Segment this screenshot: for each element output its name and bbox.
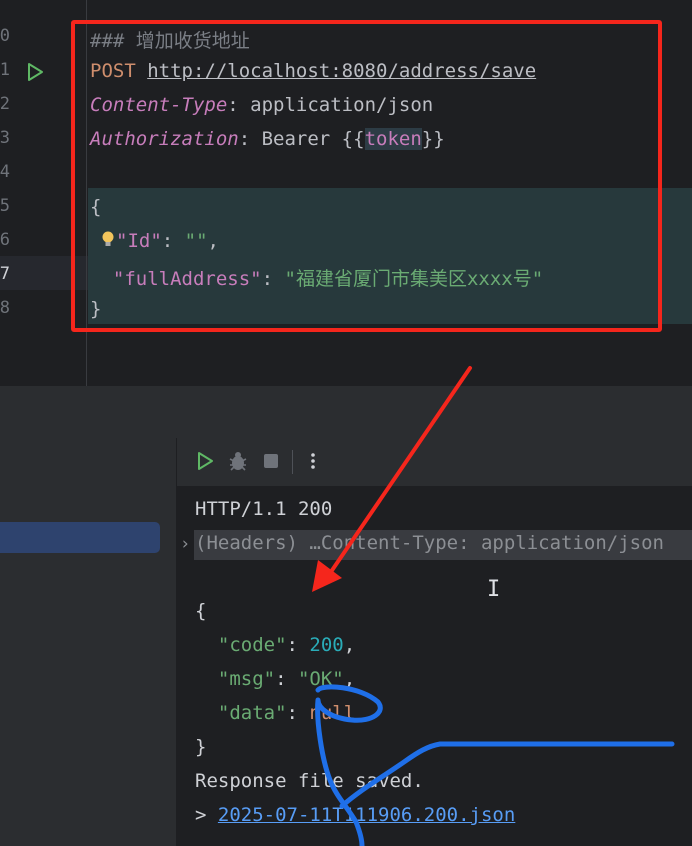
run-request-icon[interactable] [24, 61, 46, 83]
response-field: "data": null [217, 702, 356, 724]
line-number: 16 [0, 230, 10, 250]
red-annotation-box [71, 20, 662, 332]
line-number: 18 [0, 298, 10, 318]
status-line: HTTP/1.1 200 [195, 498, 333, 520]
more-options-icon[interactable] [306, 450, 320, 472]
tool-window-header [0, 386, 692, 438]
stop-icon[interactable] [262, 450, 280, 472]
response-file-link[interactable]: 2025-07-11T111906.200.json [218, 804, 515, 826]
line-number: 13 [0, 128, 10, 148]
debug-icon[interactable] [227, 450, 249, 472]
response-toolbar [177, 438, 692, 486]
line-number: 14 [0, 162, 10, 182]
line-number: 15 [0, 196, 10, 216]
response-field: "code": 200, [217, 634, 356, 656]
response-open-brace: { [195, 600, 207, 622]
chevron-right-icon[interactable]: › [180, 534, 190, 554]
services-tree-panel[interactable] [0, 438, 176, 846]
line-number: 11 [0, 60, 10, 80]
toolbar-divider [292, 450, 293, 474]
headers-fold-text: (Headers) …Content-Type: application/jso… [195, 532, 664, 554]
line-number-current: 17 [0, 264, 10, 284]
line-number: 10 [0, 26, 10, 46]
response-saved-text: Response file saved. [195, 770, 424, 792]
line-number: 12 [0, 94, 10, 114]
response-field: "msg": "OK", [217, 668, 356, 690]
response-file-line: > 2025-07-11T111906.200.json [195, 804, 516, 826]
run-icon[interactable] [195, 450, 215, 472]
response-close-brace: } [195, 736, 207, 758]
text-cursor-icon: I [487, 577, 501, 602]
selected-tree-item[interactable] [0, 522, 160, 553]
